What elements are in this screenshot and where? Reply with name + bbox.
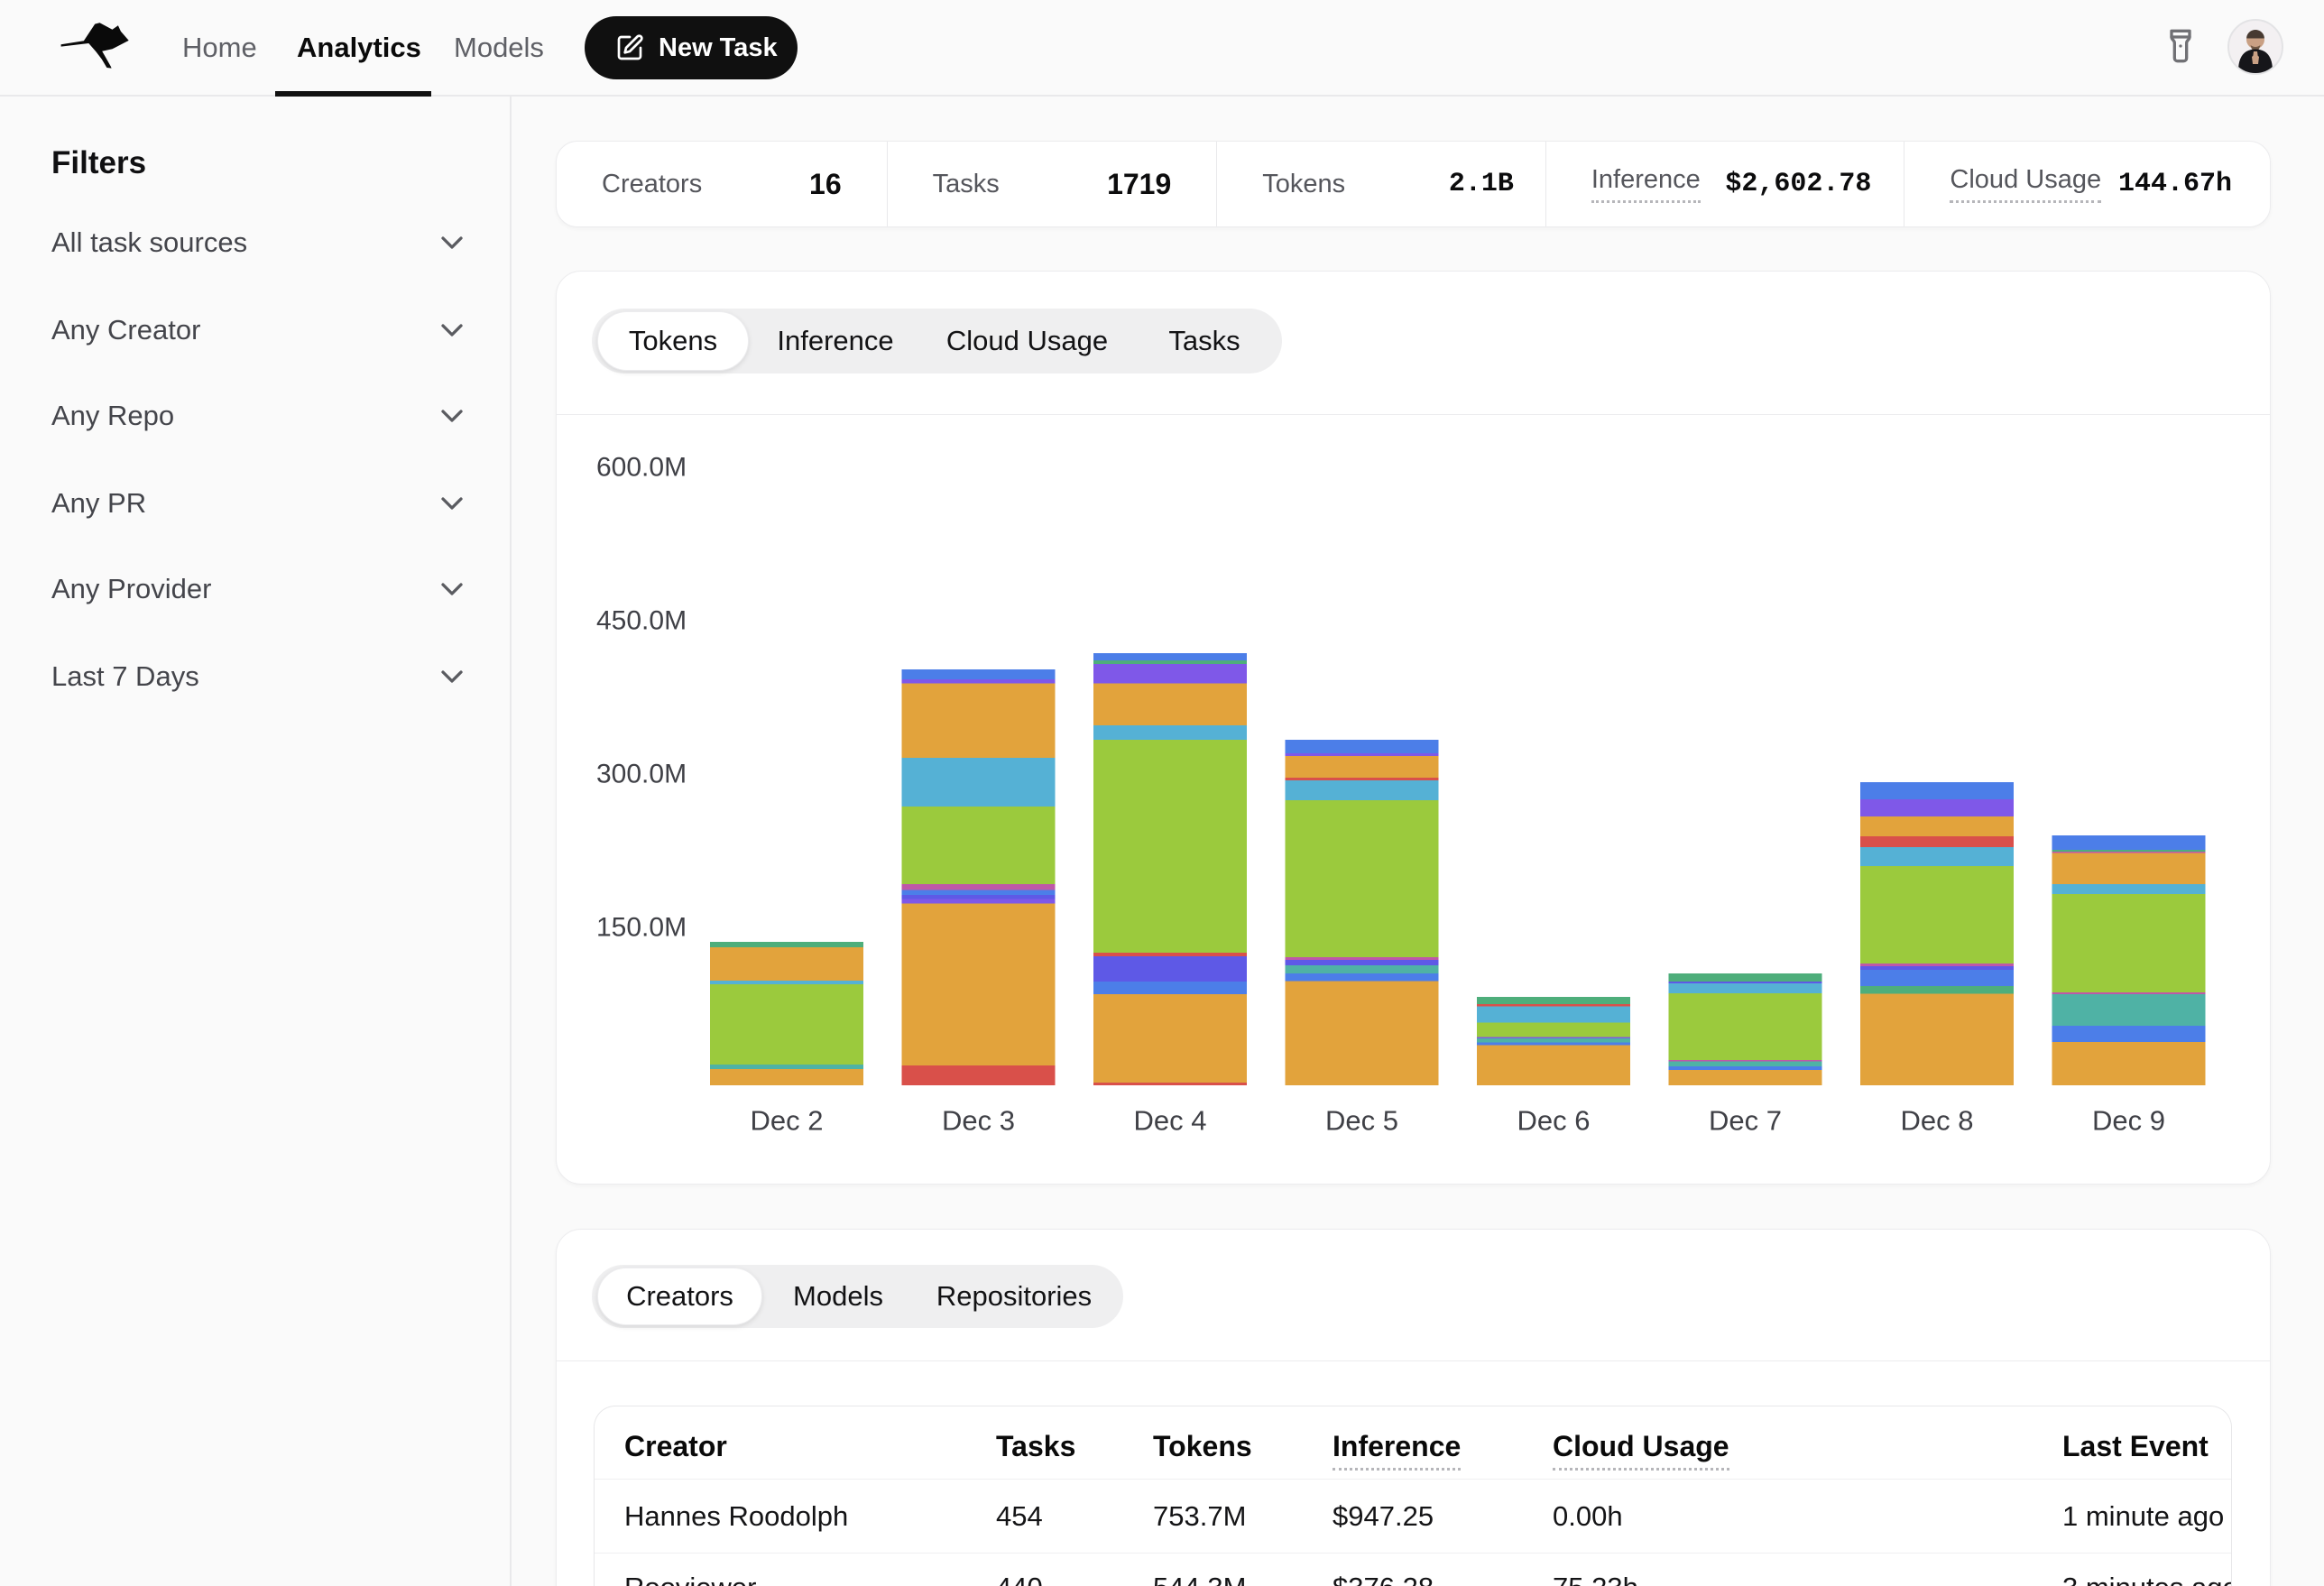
svg-text:600.0M: 600.0M <box>596 453 687 483</box>
svg-text:Dec 2: Dec 2 <box>751 1105 824 1137</box>
svg-text:Dec 9: Dec 9 <box>2092 1105 2165 1137</box>
svg-text:Dec 6: Dec 6 <box>1517 1105 1591 1137</box>
svg-text:450.0M: 450.0M <box>596 606 687 636</box>
svg-text:Dec 7: Dec 7 <box>1709 1105 1782 1137</box>
svg-text:150.0M: 150.0M <box>596 913 687 943</box>
svg-text:Dec 3: Dec 3 <box>942 1105 1015 1137</box>
svg-text:Dec 8: Dec 8 <box>1901 1105 1974 1137</box>
svg-text:300.0M: 300.0M <box>596 760 687 789</box>
svg-text:Dec 5: Dec 5 <box>1325 1105 1398 1137</box>
svg-text:Dec 4: Dec 4 <box>1134 1105 1207 1137</box>
